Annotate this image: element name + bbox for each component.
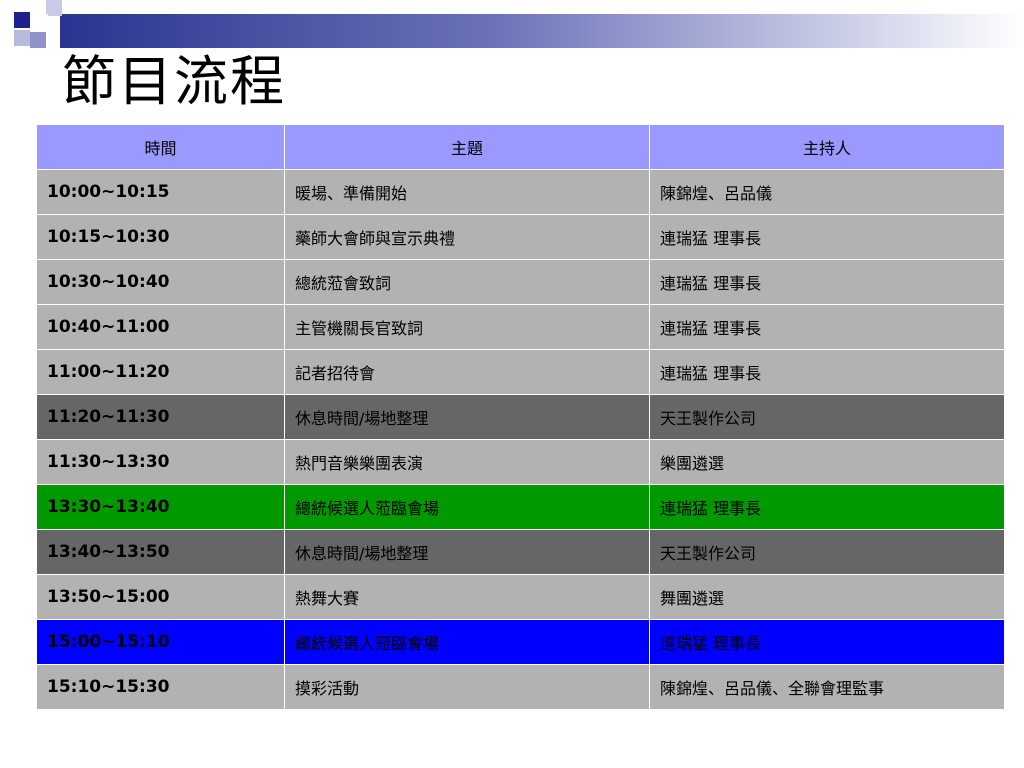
decorative-square [30, 32, 46, 48]
cell-host: 連瑞猛 理事長 [649, 619, 1005, 665]
table-row: 11:30~13:30 熱門音樂樂團表演 樂團遴選 [36, 439, 1005, 485]
cell-host: 陳錦煌、呂品儀 [649, 169, 1005, 215]
header-topic: 主題 [284, 124, 650, 170]
cell-topic: 熱舞大賽 [284, 574, 650, 620]
cell-host: 舞團遴選 [649, 574, 1005, 620]
cell-topic: 熱門音樂樂團表演 [284, 439, 650, 485]
decorative-square [46, 0, 62, 16]
table-row: 11:20~11:30 休息時間/場地整理 天王製作公司 [36, 394, 1005, 440]
table-row: 15:00~15:10 總統候選人蒞臨會場 連瑞猛 理事長 [36, 619, 1005, 665]
table-row: 11:00~11:20 記者招待會 連瑞猛 理事長 [36, 349, 1005, 395]
cell-topic: 摸彩活動 [284, 664, 650, 710]
cell-host: 天王製作公司 [649, 394, 1005, 440]
cell-host: 連瑞猛 理事長 [649, 214, 1005, 260]
cell-time: 10:40~11:00 [36, 304, 285, 350]
cell-time: 13:30~13:40 [36, 484, 285, 530]
table-row: 13:30~13:40 總統候選人蒞臨會場 連瑞猛 理事長 [36, 484, 1005, 530]
cell-host: 天王製作公司 [649, 529, 1005, 575]
decorative-square [14, 30, 30, 46]
cell-time: 10:15~10:30 [36, 214, 285, 260]
cell-host: 連瑞猛 理事長 [649, 349, 1005, 395]
header-time: 時間 [36, 124, 285, 170]
cell-time: 10:00~10:15 [36, 169, 285, 215]
table-row: 10:15~10:30 藥師大會師與宣示典禮 連瑞猛 理事長 [36, 214, 1005, 260]
cell-topic: 休息時間/場地整理 [284, 394, 650, 440]
table-row: 13:40~13:50 休息時間/場地整理 天王製作公司 [36, 529, 1005, 575]
table-row: 15:10~15:30 摸彩活動 陳錦煌、呂品儀、全聯會理監事 [36, 664, 1005, 710]
cell-host: 樂團遴選 [649, 439, 1005, 485]
cell-host: 連瑞猛 理事長 [649, 484, 1005, 530]
cell-topic: 暖場、準備開始 [284, 169, 650, 215]
table-row: 13:50~15:00 熱舞大賽 舞團遴選 [36, 574, 1005, 620]
table-header-row: 時間 主題 主持人 [36, 124, 1005, 170]
table-row: 10:30~10:40 總統蒞會致詞 連瑞猛 理事長 [36, 259, 1005, 305]
cell-host: 連瑞猛 理事長 [649, 259, 1005, 305]
cell-topic: 總統蒞會致詞 [284, 259, 650, 305]
cell-time: 13:50~15:00 [36, 574, 285, 620]
cell-topic: 總統候選人蒞臨會場 [284, 619, 650, 665]
cell-time: 15:00~15:10 [36, 619, 285, 665]
cell-time: 11:30~13:30 [36, 439, 285, 485]
cell-topic: 主管機關長官致詞 [284, 304, 650, 350]
header-gradient-bar [60, 14, 1024, 48]
schedule-table: 時間 主題 主持人 10:00~10:15 暖場、準備開始 陳錦煌、呂品儀 10:15… [36, 124, 1005, 710]
cell-time: 10:30~10:40 [36, 259, 285, 305]
cell-host: 陳錦煌、呂品儀、全聯會理監事 [649, 664, 1005, 710]
cell-time: 11:20~11:30 [36, 394, 285, 440]
page-title: 節目流程 [62, 50, 286, 113]
cell-topic: 總統候選人蒞臨會場 [284, 484, 650, 530]
table-row: 10:40~11:00 主管機關長官致詞 連瑞猛 理事長 [36, 304, 1005, 350]
decorative-square [46, 30, 60, 44]
cell-topic: 藥師大會師與宣示典禮 [284, 214, 650, 260]
header-host: 主持人 [649, 124, 1005, 170]
cell-time: 13:40~13:50 [36, 529, 285, 575]
cell-time: 11:00~11:20 [36, 349, 285, 395]
cell-time: 15:10~15:30 [36, 664, 285, 710]
cell-host: 連瑞猛 理事長 [649, 304, 1005, 350]
decorative-square [14, 12, 30, 28]
cell-topic: 記者招待會 [284, 349, 650, 395]
table-row: 10:00~10:15 暖場、準備開始 陳錦煌、呂品儀 [36, 169, 1005, 215]
cell-topic: 休息時間/場地整理 [284, 529, 650, 575]
